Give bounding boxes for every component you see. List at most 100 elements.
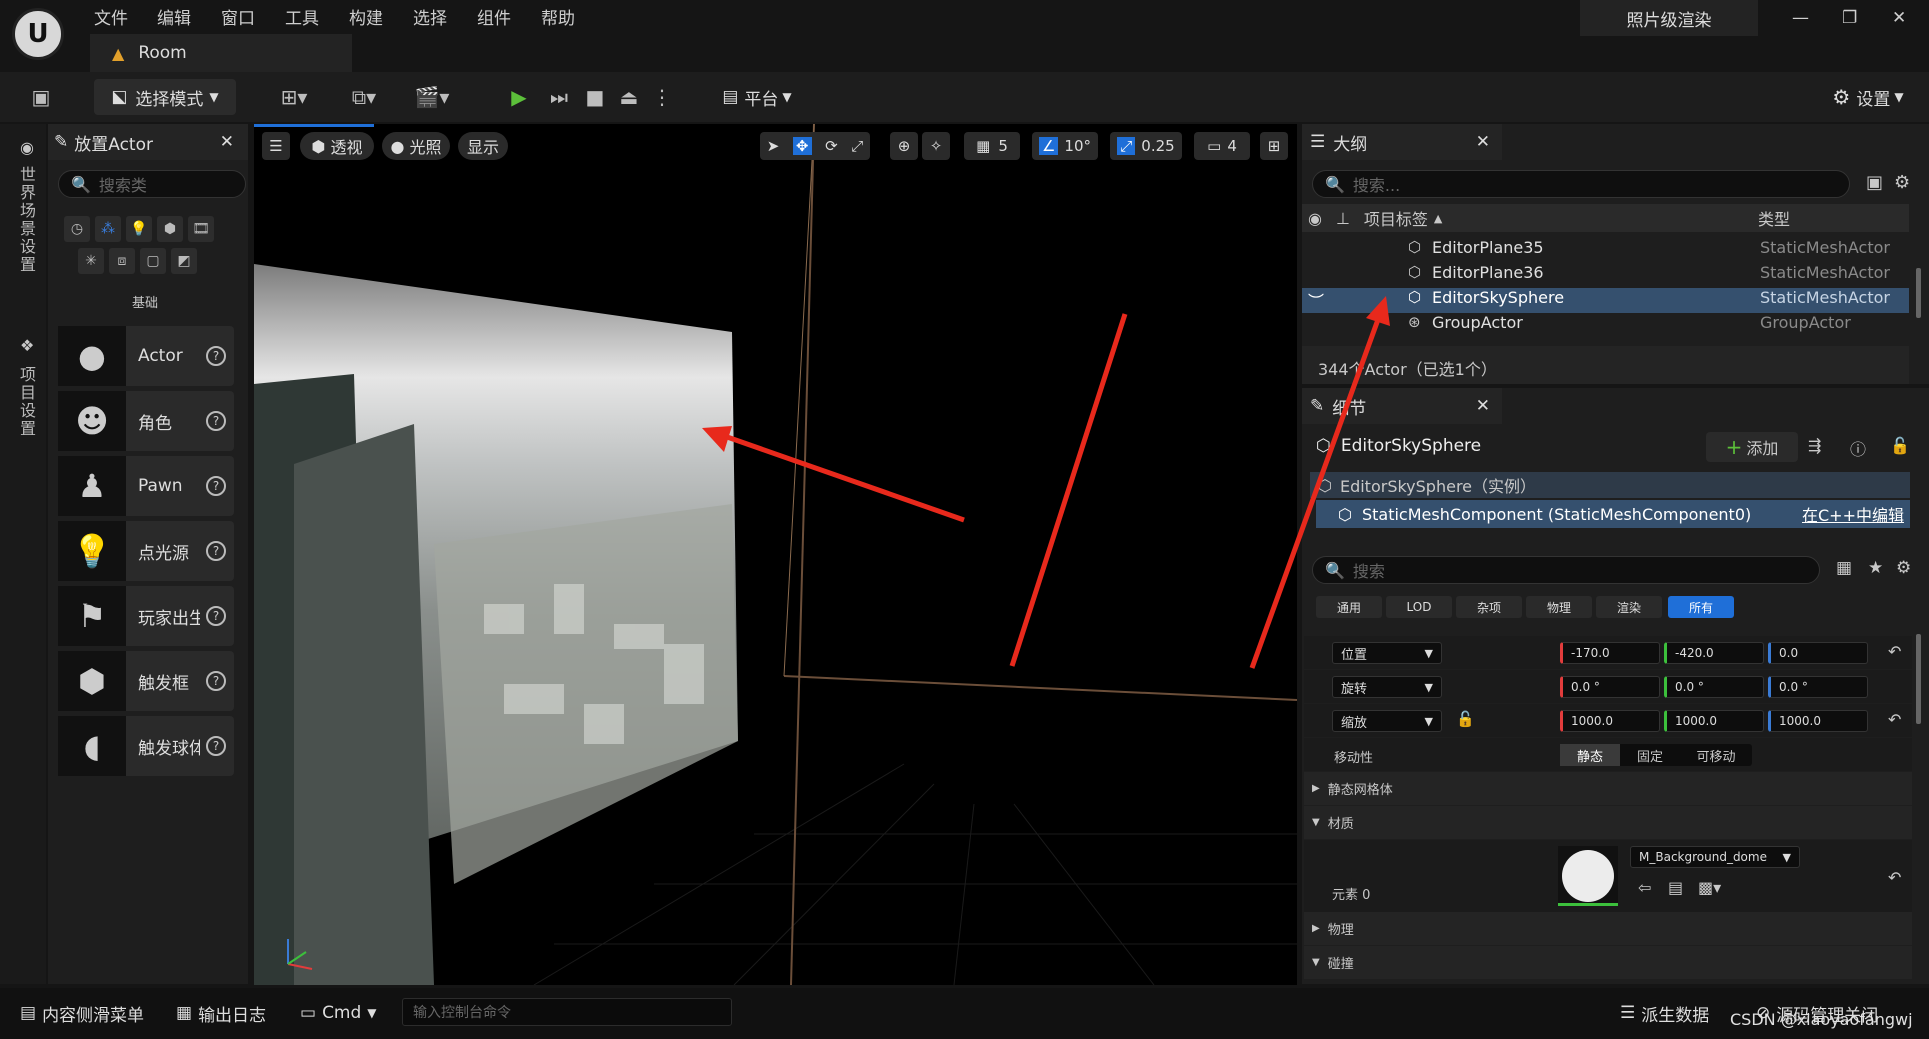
location-x-field[interactable]: -170.0 bbox=[1560, 642, 1660, 664]
scale-y-field[interactable]: 1000.0 bbox=[1664, 710, 1764, 732]
reset-icon[interactable]: ↶ bbox=[1888, 642, 1901, 661]
recent-icon[interactable]: ◷ bbox=[64, 216, 90, 242]
perspective-button[interactable]: ⬢ 透视 bbox=[300, 132, 374, 160]
scale-x-field[interactable]: 1000.0 bbox=[1560, 710, 1660, 732]
scale-snap-button[interactable]: ⤢ 0.25 bbox=[1110, 132, 1182, 160]
console-input[interactable]: 输入控制台命令 bbox=[402, 998, 732, 1026]
filter-tab-physics[interactable]: 物理 bbox=[1526, 596, 1592, 618]
location-y-field[interactable]: -420.0 bbox=[1664, 642, 1764, 664]
section-collision[interactable]: ▼ 碰撞 bbox=[1304, 946, 1912, 979]
restore-icon[interactable]: ❐ bbox=[1842, 8, 1857, 28]
type-column-header[interactable]: 类型 bbox=[1758, 206, 1790, 230]
show-button[interactable]: 显示 bbox=[458, 132, 508, 160]
place-item-point-light[interactable]: 💡 点光源 ? bbox=[58, 521, 234, 581]
light-icon[interactable]: 💡 bbox=[126, 216, 152, 242]
grid-snap-button[interactable]: ▦ 5 bbox=[964, 132, 1020, 160]
add-folder-icon[interactable]: ▣ bbox=[1866, 172, 1883, 193]
section-static-mesh[interactable]: ▶ 静态网格体 bbox=[1304, 772, 1912, 805]
surface-snap-icon[interactable]: ✧ bbox=[922, 132, 950, 160]
volume-icon[interactable]: ▢ bbox=[140, 248, 166, 274]
lock-icon[interactable]: 🔓 bbox=[1890, 436, 1910, 455]
menu-select[interactable]: 选择 bbox=[413, 4, 447, 29]
unreal-logo[interactable]: U bbox=[12, 8, 64, 60]
location-z-field[interactable]: 0.0 bbox=[1768, 642, 1868, 664]
help-icon[interactable]: ? bbox=[206, 541, 226, 561]
material-options-icon[interactable]: ▩▾ bbox=[1698, 878, 1721, 897]
blueprint-icon[interactable]: ⇶ bbox=[1808, 436, 1821, 455]
world-settings-tab[interactable]: 世界场景设置 bbox=[14, 166, 38, 274]
content-drawer-button[interactable]: ▤ 内容侧滑菜单 bbox=[20, 998, 144, 1028]
layout-icon[interactable]: ⊞ bbox=[1260, 132, 1288, 160]
select-tool-icon[interactable]: ➤ bbox=[767, 137, 780, 155]
derived-data-button[interactable]: ☰ 派生数据 bbox=[1620, 998, 1709, 1028]
rotate-tool-icon[interactable]: ⟳ bbox=[825, 137, 838, 155]
project-settings-tab[interactable]: 项目设置 bbox=[14, 366, 38, 438]
mobility-movable[interactable]: 可移动 bbox=[1680, 746, 1752, 765]
geometry-icon[interactable]: ⧈ bbox=[109, 248, 135, 274]
outliner-tab[interactable]: ☰ 大纲 ✕ bbox=[1302, 124, 1502, 160]
menu-tools[interactable]: 工具 bbox=[285, 4, 319, 29]
step-icon[interactable]: ⏭ bbox=[544, 79, 574, 115]
component-row-selected[interactable]: ⬡ StaticMeshComponent (StaticMeshCompone… bbox=[1316, 500, 1910, 528]
filter-tab-all[interactable]: 所有 bbox=[1668, 596, 1734, 618]
filter-tab-rendering[interactable]: 渲染 bbox=[1596, 596, 1662, 618]
reset-icon[interactable]: ↶ bbox=[1888, 710, 1901, 729]
label-column-header[interactable]: 项目标签 bbox=[1364, 206, 1428, 230]
scale-z-field[interactable]: 1000.0 bbox=[1768, 710, 1868, 732]
component-instance-row[interactable]: ⬡ EditorSkySphere（实例） bbox=[1310, 472, 1910, 498]
close-icon[interactable]: ✕ bbox=[1892, 8, 1906, 28]
close-icon[interactable]: ✕ bbox=[1476, 132, 1490, 152]
visibility-icon[interactable]: ◉ bbox=[1308, 209, 1322, 228]
platform-button[interactable]: ▤ 平台 ▼ bbox=[712, 79, 802, 115]
help-icon[interactable]: ⓘ bbox=[1850, 436, 1866, 460]
help-icon[interactable]: ? bbox=[206, 411, 226, 431]
rotation-z-field[interactable]: 0.0 ° bbox=[1768, 676, 1868, 698]
world-local-icon[interactable]: ⊕ bbox=[890, 132, 918, 160]
menu-edit[interactable]: 编辑 bbox=[157, 4, 191, 29]
reset-icon[interactable]: ↶ bbox=[1888, 868, 1901, 887]
gear-icon[interactable]: ⚙ bbox=[1894, 172, 1910, 193]
edit-cpp-link[interactable]: 在C++中编辑 bbox=[1802, 502, 1904, 526]
menu-component[interactable]: 组件 bbox=[477, 4, 511, 29]
pin-icon[interactable]: ⊥ bbox=[1336, 209, 1350, 228]
mobility-static[interactable]: 静态 bbox=[1560, 744, 1620, 766]
move-tool-icon[interactable]: ✥ bbox=[792, 137, 812, 155]
class-search-input[interactable]: 🔍 搜索类 bbox=[58, 170, 246, 198]
eject-icon[interactable]: ⏏ bbox=[614, 79, 644, 115]
rotation-y-field[interactable]: 0.0 ° bbox=[1664, 676, 1764, 698]
material-dropdown[interactable]: M_Background_dome ▼ bbox=[1630, 846, 1800, 868]
shape-icon[interactable]: ⬢ bbox=[157, 216, 183, 242]
help-icon[interactable]: ? bbox=[206, 476, 226, 496]
close-icon[interactable]: ✕ bbox=[1476, 396, 1490, 416]
basic-icon[interactable]: ⁂ bbox=[95, 216, 121, 242]
more-options-icon[interactable]: ⋮ bbox=[652, 79, 672, 115]
place-item-pawn[interactable]: ♟ Pawn ? bbox=[58, 456, 234, 516]
use-selected-icon[interactable]: ⇦ bbox=[1638, 878, 1651, 897]
rotation-snap-button[interactable]: ∠ 10° bbox=[1032, 132, 1098, 160]
help-icon[interactable]: ? bbox=[206, 671, 226, 691]
scale-dropdown[interactable]: 缩放 ▼ bbox=[1332, 710, 1442, 732]
add-component-button[interactable]: + 添加 bbox=[1706, 432, 1798, 462]
cinematics-icon[interactable]: 🎬▾ bbox=[408, 79, 456, 115]
play-icon[interactable]: ▶ bbox=[502, 79, 536, 115]
cmd-dropdown[interactable]: ▭ Cmd ▼ bbox=[300, 998, 377, 1028]
camera-speed-button[interactable]: ▭ 4 bbox=[1194, 132, 1250, 160]
save-icon[interactable]: ▣ bbox=[26, 79, 56, 115]
viewport-menu-icon[interactable]: ☰ bbox=[262, 132, 290, 160]
place-item-trigger-sphere[interactable]: ◖ 触发球体 ? bbox=[58, 716, 234, 776]
menu-file[interactable]: 文件 bbox=[94, 4, 128, 29]
blueprint-icon[interactable]: ⧉▾ bbox=[340, 79, 388, 115]
minimize-icon[interactable]: — bbox=[1792, 8, 1809, 28]
outliner-search-input[interactable]: 🔍 搜索... bbox=[1312, 170, 1850, 198]
table-view-icon[interactable]: ▦ bbox=[1836, 558, 1852, 578]
outliner-scrollbar[interactable] bbox=[1916, 268, 1921, 318]
lock-icon[interactable]: 🔓 bbox=[1456, 710, 1475, 728]
cinematic-icon[interactable]: 🎞 bbox=[188, 216, 214, 242]
menu-window[interactable]: 窗口 bbox=[221, 4, 255, 29]
level-viewport[interactable]: ☰ ⬢ 透视 ● 光照 显示 ➤ ✥ ⟳ ⤢ ⊕ ✧ ▦ 5 ∠ 10° ⤢ 0.25 ▭… bbox=[254, 124, 1297, 985]
details-scrollbar[interactable] bbox=[1916, 634, 1921, 724]
browse-icon[interactable]: ▤ bbox=[1668, 878, 1683, 897]
section-materials[interactable]: ▼ 材质 bbox=[1304, 806, 1912, 839]
help-icon[interactable]: ? bbox=[206, 606, 226, 626]
output-log-button[interactable]: ▦ 输出日志 bbox=[176, 998, 266, 1028]
